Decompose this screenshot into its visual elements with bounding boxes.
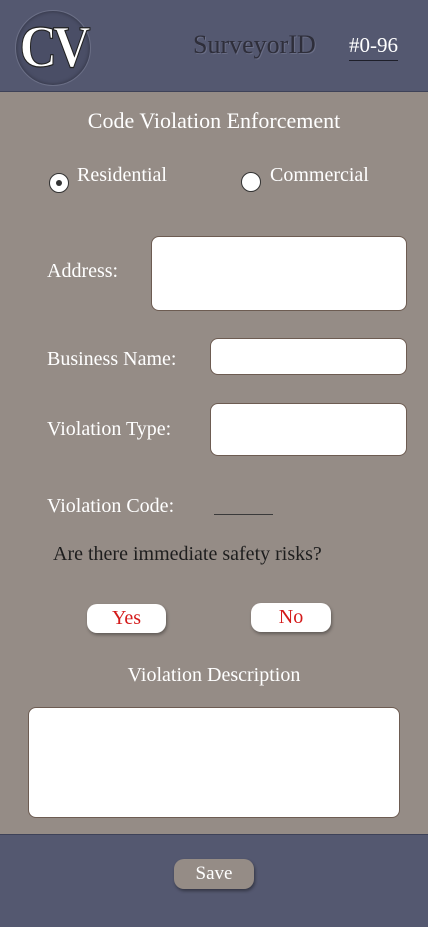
violation-description-label: Violation Description — [127, 664, 301, 686]
app-header: CV SurveyorID #0-96 — [0, 0, 428, 92]
residential-label[interactable]: Residential — [77, 164, 167, 187]
commercial-radio[interactable] — [241, 172, 261, 192]
violation-code-field[interactable] — [214, 514, 273, 515]
violation-code-label: Violation Code: — [47, 495, 175, 517]
commercial-label[interactable]: Commercial — [270, 164, 369, 187]
form-title: Code Violation Enforcement — [87, 108, 341, 133]
business-name-label: Business Name: — [47, 348, 177, 370]
address-field[interactable] — [151, 236, 407, 311]
cv-logo: CV — [15, 10, 91, 86]
residential-radio[interactable] — [49, 173, 69, 193]
violation-description-field[interactable] — [28, 707, 400, 818]
surveyor-id-label: SurveyorID — [193, 30, 316, 59]
violation-type-field[interactable] — [210, 403, 407, 456]
save-button[interactable]: Save — [174, 859, 254, 889]
logo-text: CV — [19, 14, 91, 81]
yes-button[interactable]: Yes — [87, 604, 166, 633]
safety-question: Are there immediate safety risks? — [53, 543, 322, 565]
business-name-field[interactable] — [210, 338, 407, 375]
address-label: Address: — [47, 260, 119, 282]
no-button[interactable]: No — [251, 603, 331, 632]
violation-type-label: Violation Type: — [47, 418, 172, 440]
surveyor-id-value: #0-96 — [349, 33, 398, 61]
